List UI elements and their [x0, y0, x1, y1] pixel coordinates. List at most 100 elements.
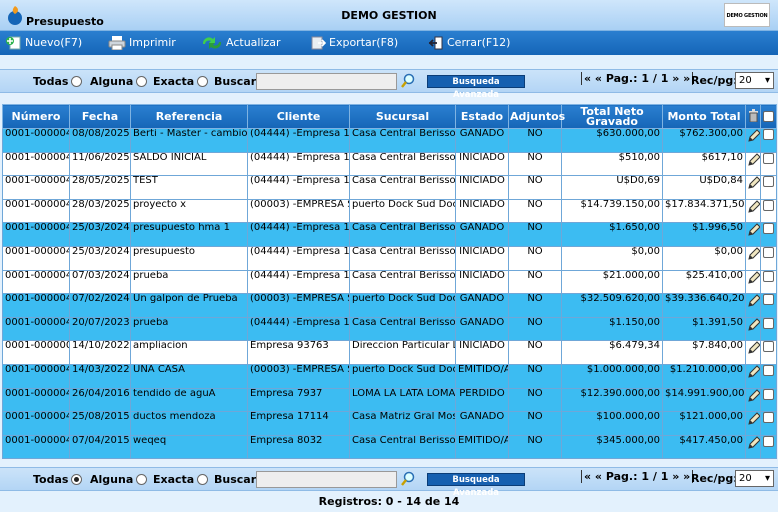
cell-edit[interactable] [745, 387, 761, 413]
advanced-search-button[interactable]: Busqueda Avanzada [427, 75, 525, 100]
edit-pencil-icon[interactable] [748, 153, 761, 166]
edit-pencil-icon[interactable] [748, 318, 761, 331]
cell-select[interactable] [760, 411, 777, 436]
trash-icon[interactable] [748, 109, 759, 123]
cell-edit[interactable] [745, 293, 761, 318]
radio-exacta-bottom[interactable] [197, 474, 209, 485]
records-per-page-select-bottom[interactable]: 20 [735, 470, 774, 487]
cell-select[interactable] [760, 316, 777, 342]
edit-pencil-icon[interactable] [748, 247, 761, 260]
row-checkbox[interactable] [763, 200, 774, 211]
search-icon-bottom[interactable] [401, 471, 415, 487]
row-checkbox[interactable] [763, 365, 774, 376]
nuevo-button[interactable]: Nuevo(F7) [6, 35, 82, 51]
col-estado[interactable]: Estado [455, 104, 509, 129]
cell-edit[interactable] [745, 434, 761, 460]
table-row[interactable]: 0001-0000000114/10/2022ampliacionEmpresa… [2, 340, 777, 365]
table-row[interactable]: 0001-0000042507/04/2015weqeqEmpresa 8032… [2, 434, 777, 460]
col-adjuntos[interactable]: Adjuntos [508, 104, 565, 129]
cell-select[interactable] [760, 363, 777, 389]
col-total-neto[interactable]: Total Neto Gravado [561, 104, 663, 129]
page-prev-button-bottom[interactable]: « « Pag.: [584, 470, 638, 483]
radio-alguna-top[interactable] [136, 76, 148, 87]
row-checkbox[interactable] [763, 318, 774, 329]
edit-pencil-icon[interactable] [748, 436, 761, 449]
cell-edit[interactable] [745, 316, 761, 342]
cell-select[interactable] [760, 434, 777, 460]
page-prev-button[interactable]: « « Pag.: [584, 72, 638, 85]
search-option-exacta-bottom[interactable]: Exacta [153, 473, 209, 486]
cell-edit[interactable] [745, 151, 761, 177]
row-checkbox[interactable] [763, 223, 774, 235]
cell-edit[interactable] [745, 411, 761, 436]
col-fecha[interactable]: Fecha [69, 104, 131, 129]
cell-select[interactable] [760, 340, 777, 365]
edit-pencil-icon[interactable] [748, 341, 761, 355]
cerrar-button[interactable]: Cerrar(F12) [428, 35, 510, 51]
cell-edit[interactable] [745, 128, 761, 153]
table-row[interactable]: 0001-0000043908/08/2025Berti - Master - … [2, 128, 777, 153]
cell-edit[interactable] [745, 175, 761, 200]
search-option-alguna[interactable]: Alguna [90, 75, 148, 88]
search-option-exacta[interactable]: Exacta [153, 75, 209, 88]
cell-select[interactable] [760, 293, 777, 318]
cell-select[interactable] [760, 245, 777, 271]
radio-todas-bottom[interactable] [71, 474, 83, 485]
edit-pencil-icon[interactable] [748, 129, 761, 142]
cell-select[interactable] [760, 151, 777, 177]
cell-select[interactable] [760, 269, 777, 295]
page-next-button[interactable]: » » [672, 72, 690, 85]
row-checkbox[interactable] [763, 389, 774, 400]
edit-pencil-icon[interactable] [748, 223, 761, 237]
table-row[interactable]: 0001-0000042625/08/2015ductos mendozaEmp… [2, 411, 777, 436]
edit-pencil-icon[interactable] [748, 365, 761, 378]
search-option-alguna-bottom[interactable]: Alguna [90, 473, 148, 486]
imprimir-button[interactable]: Imprimir [108, 35, 176, 51]
records-per-page-select[interactable]: 20 [735, 72, 774, 89]
table-row[interactable]: 0001-0000043020/07/2023prueba(04444) -Em… [2, 316, 777, 342]
table-row[interactable]: 0001-0000042726/04/2016tendido de aguAEm… [2, 387, 777, 413]
radio-todas-top[interactable] [71, 76, 83, 87]
cell-select[interactable] [760, 175, 777, 200]
table-row[interactable]: 0001-0000043425/03/2024presupuesto(04444… [2, 245, 777, 271]
edit-pencil-icon[interactable] [748, 294, 761, 307]
table-row[interactable]: 0001-0000043811/06/2025SALDO INICIAL(044… [2, 151, 777, 177]
select-all-checkbox[interactable] [763, 111, 774, 122]
edit-pencil-icon[interactable] [748, 412, 761, 425]
row-checkbox[interactable] [763, 436, 774, 447]
cell-select[interactable] [760, 128, 777, 153]
col-monto-total[interactable]: Monto Total [662, 104, 746, 129]
row-checkbox[interactable] [763, 271, 774, 282]
col-sucursal[interactable]: Sucursal [349, 104, 456, 129]
cell-select[interactable] [760, 387, 777, 413]
edit-pencil-icon[interactable] [748, 389, 761, 402]
cell-select[interactable] [760, 222, 777, 247]
cell-select[interactable] [760, 198, 777, 224]
edit-pencil-icon[interactable] [748, 176, 761, 189]
search-option-todas[interactable]: Todas [33, 75, 83, 88]
exportar-button[interactable]: Exportar(F8) [310, 35, 398, 51]
table-row[interactable]: 0001-0000043207/02/2024Un galpon de Prue… [2, 293, 777, 318]
actualizar-button[interactable]: Actualizar [201, 35, 281, 51]
cell-edit[interactable] [745, 269, 761, 295]
col-numero[interactable]: Número [2, 104, 70, 129]
table-row[interactable]: 0001-0000042914/03/2022UNA CASA(00003) -… [2, 363, 777, 389]
row-checkbox[interactable] [763, 247, 774, 258]
cell-edit[interactable] [745, 198, 761, 224]
row-checkbox[interactable] [763, 153, 774, 164]
cell-edit[interactable] [745, 245, 761, 271]
col-select-all[interactable] [760, 104, 777, 129]
col-delete[interactable] [745, 104, 761, 129]
radio-alguna-bottom[interactable] [136, 474, 148, 485]
row-checkbox[interactable] [763, 341, 774, 353]
radio-exacta-top[interactable] [197, 76, 209, 87]
search-icon[interactable] [401, 73, 415, 89]
row-checkbox[interactable] [763, 176, 774, 188]
table-row[interactable]: 0001-0000043525/03/2024presupuesto hma 1… [2, 222, 777, 247]
table-row[interactable]: 0001-0000043628/03/2025proyecto x(00003)… [2, 198, 777, 224]
col-cliente[interactable]: Cliente [247, 104, 350, 129]
search-option-todas-bottom[interactable]: Todas [33, 473, 83, 486]
search-input-bottom[interactable] [256, 471, 397, 488]
col-referencia[interactable]: Referencia [130, 104, 248, 129]
row-checkbox[interactable] [763, 294, 774, 306]
